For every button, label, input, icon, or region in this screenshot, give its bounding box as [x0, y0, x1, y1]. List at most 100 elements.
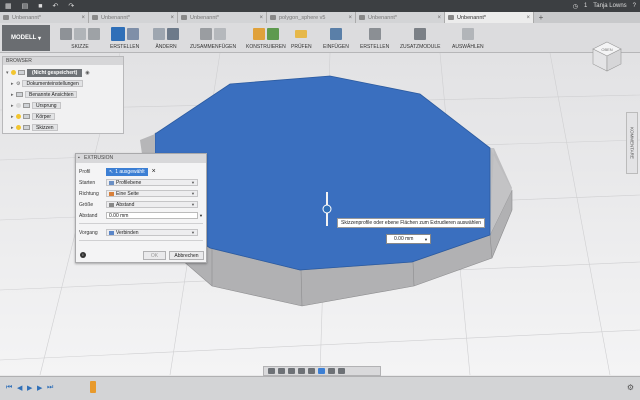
vorgang-row: Vorgang Verbinden ▼ — [79, 228, 203, 237]
tab-document-2[interactable]: Unbenannt* × — [89, 12, 178, 23]
browser-item-dokumenteinstellungen[interactable]: ▸ ⚙ Dokumenteinstellungen — [11, 79, 83, 88]
browser-item-benannte-ansichten[interactable]: ▸ Benannte Ansichten — [11, 90, 78, 99]
document-icon — [448, 15, 454, 20]
toolbar-group-skizze[interactable]: SKIZZE — [60, 25, 100, 52]
toolbar-group-zusammenfuegen[interactable]: ZUSAMMENFÜGEN — [190, 25, 236, 52]
chevron-down-icon[interactable]: ▼ — [424, 235, 428, 244]
abstand-input[interactable]: 0.00 mm — [106, 212, 198, 219]
tab-document-6[interactable]: Unbenannt* × — [445, 12, 534, 23]
view-cube[interactable]: OBEN — [590, 38, 624, 74]
dialog-divider — [79, 240, 203, 241]
richtung-select[interactable]: Eine Seite ▼ — [106, 190, 198, 197]
close-icon[interactable]: × — [348, 15, 352, 21]
toolbar-group-erstellen[interactable]: ERSTELLEN — [110, 25, 139, 52]
tab-document-3[interactable]: Unbenannt* × — [178, 12, 267, 23]
insert-image-icon — [329, 27, 342, 40]
component-icon — [18, 70, 25, 75]
toolbar-group-pruefen[interactable]: PRÜFEN — [291, 25, 312, 52]
browser-root[interactable]: ▾ (Nicht gespeichert) ◉ — [6, 68, 90, 77]
toolbar-group-einfuegen[interactable]: EINFÜGEN — [323, 25, 349, 52]
chevron-down-icon: ▼ — [191, 202, 195, 207]
cancel-button[interactable]: Abbrechen — [169, 251, 204, 260]
line-icon — [74, 27, 86, 40]
starten-select[interactable]: Profilebene ▼ — [106, 179, 198, 186]
chevron-down-icon: ▼ — [191, 230, 195, 235]
viewports-icon[interactable] — [338, 368, 345, 374]
press-pull-icon — [167, 27, 179, 40]
toolbar-group-erstellen-2[interactable]: ERSTELLEN — [360, 25, 389, 52]
toolbar-group-aendern[interactable]: ÄNDERN — [153, 25, 179, 52]
browser-panel: BROWSER ▾ (Nicht gespeichert) ◉ ▸ ⚙ Doku… — [2, 56, 124, 134]
toolbar: MODELL ▾ SKIZZE ERSTELLEN ÄNDERN ZUSAMME… — [0, 23, 640, 53]
lightbulb-icon[interactable] — [16, 125, 21, 130]
chevron-down-icon[interactable]: ▼ — [199, 213, 203, 218]
clear-selection-icon[interactable]: × — [152, 168, 156, 175]
profil-row: Profil ↖ 1 ausgewählt × — [79, 167, 156, 176]
user-name[interactable]: Tanja Lowns — [593, 3, 626, 9]
browser-item-ursprung[interactable]: ▸ Ursprung — [11, 101, 61, 110]
lightbulb-icon[interactable] — [11, 70, 16, 75]
abstand-row: Abstand 0.00 mm ▼ — [79, 212, 203, 219]
gear-icon: ⚙ — [16, 80, 21, 87]
grid-settings-icon[interactable] — [328, 368, 335, 374]
orbit-icon[interactable] — [268, 368, 275, 374]
navigation-bar — [263, 366, 381, 376]
play-icon[interactable]: ▶ — [27, 384, 32, 392]
go-to-end-icon[interactable]: ⏭ — [47, 384, 53, 392]
tab-document-1[interactable]: Unbenannt* × — [0, 12, 89, 23]
vorgang-select[interactable]: Verbinden ▼ — [106, 229, 198, 236]
toolbar-group-auswaehlen[interactable]: AUSWÄHLEN — [452, 25, 484, 52]
distance-canvas-input[interactable]: 0.00 mm ▼ — [386, 234, 431, 244]
view-cube-label: OBEN — [601, 47, 612, 52]
new-tab-button[interactable]: + — [534, 12, 548, 23]
addins-icon — [414, 27, 427, 40]
lightbulb-icon[interactable] — [16, 114, 21, 119]
help-icon[interactable]: ? — [633, 3, 636, 9]
radio-icon[interactable]: ◉ — [85, 70, 89, 76]
app-menu-icon[interactable]: ▦ — [5, 2, 12, 10]
step-back-icon[interactable]: ◀ — [17, 384, 22, 392]
profile-selection-button[interactable]: ↖ 1 ausgewählt — [106, 167, 148, 176]
document-icon — [270, 15, 276, 20]
timeline-marker[interactable] — [90, 381, 96, 393]
close-icon[interactable]: × — [526, 15, 530, 21]
look-at-icon[interactable] — [278, 368, 285, 374]
clock-icon[interactable]: ◷ — [573, 3, 578, 10]
close-icon[interactable]: × — [170, 15, 174, 21]
close-icon[interactable]: × — [437, 15, 441, 21]
selection-tooltip: Skizzenprofile oder ebene Flächen zum Ex… — [337, 218, 486, 228]
select-icon — [461, 27, 474, 40]
ok-button[interactable]: OK — [143, 251, 166, 260]
workspace-switcher[interactable]: MODELL ▾ — [2, 25, 50, 51]
plane-icon — [252, 27, 265, 40]
starten-row: Starten Profilebene ▼ — [79, 178, 203, 187]
close-icon[interactable]: × — [259, 15, 263, 21]
info-icon[interactable]: i — [80, 252, 86, 258]
close-icon[interactable]: × — [81, 15, 85, 21]
dialog-collapse-icon[interactable]: ▪ — [78, 154, 80, 163]
pan-icon[interactable] — [288, 368, 295, 374]
dialog-divider — [79, 223, 203, 224]
fit-icon[interactable] — [308, 368, 315, 374]
step-forward-icon[interactable]: ▶ — [37, 384, 42, 392]
browser-item-skizzen[interactable]: ▸ Skizzen — [11, 123, 58, 132]
zoom-icon[interactable] — [298, 368, 305, 374]
file-icon[interactable]: ▤ — [22, 2, 29, 10]
gear-icon[interactable]: ⚙ — [627, 383, 634, 392]
folder-icon — [23, 125, 30, 130]
toolbar-group-konstruieren[interactable]: KONSTRUIEREN — [246, 25, 286, 52]
redo-icon[interactable]: ↷ — [68, 2, 74, 10]
save-icon[interactable]: ■ — [38, 3, 42, 10]
tab-document-4[interactable]: polygon_sphere v5 × — [267, 12, 356, 23]
display-settings-icon[interactable] — [318, 368, 325, 374]
tab-document-5[interactable]: Unbenannt* × — [356, 12, 445, 23]
go-to-start-icon[interactable]: ⏮ — [6, 384, 12, 392]
undo-icon[interactable]: ↶ — [52, 2, 58, 10]
lightbulb-icon[interactable] — [16, 103, 21, 108]
toolbar-group-zusatzmodule[interactable]: ZUSATZMODULE — [400, 25, 440, 52]
comments-side-tab[interactable]: KOMMENTARE — [626, 112, 638, 174]
extrusion-title: ▪ EXTRUSION — [76, 154, 206, 163]
groesse-select[interactable]: Abstand ▼ — [106, 201, 198, 208]
box-icon — [126, 27, 139, 40]
browser-item-koerper[interactable]: ▸ Körper — [11, 112, 56, 121]
